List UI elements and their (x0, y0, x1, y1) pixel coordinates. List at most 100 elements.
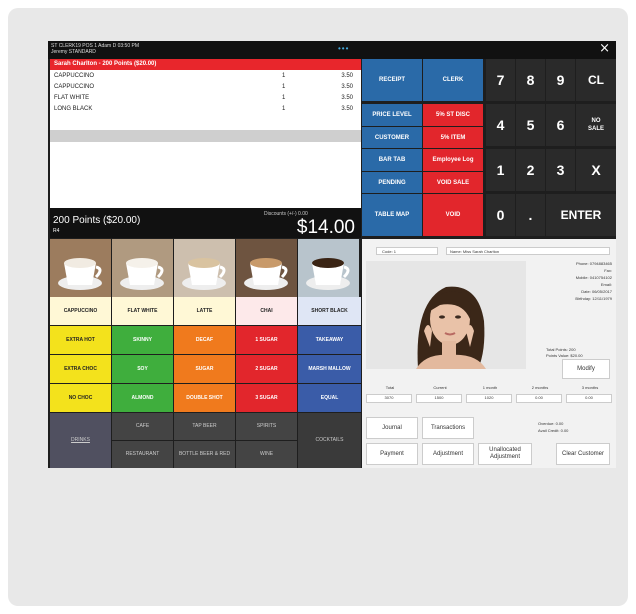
dots-icon: ••• (338, 44, 350, 53)
customer-info-line: Phone: 0794883465 (575, 261, 612, 266)
no-sale-button[interactable]: NO SALE (576, 104, 616, 146)
function-button[interactable]: PRICE LEVEL (362, 104, 422, 126)
customer-info-line: Fax: (604, 268, 612, 273)
key-5[interactable]: 5 (516, 104, 545, 146)
order-item-name: FLAT WHITE (54, 95, 90, 101)
key-1[interactable]: 1 (486, 149, 515, 191)
product-button-grid: DRINKS CAFE TAP BEER SPIRITS COCKTAILS R… (50, 297, 361, 468)
selected-row-highlight (50, 130, 361, 142)
product-button[interactable]: EXTRA HOT (50, 326, 111, 354)
category-cocktails[interactable]: COCKTAILS (298, 413, 361, 468)
category-cafe[interactable]: CAFE (112, 413, 173, 440)
function-button[interactable]: VOID SALE (423, 172, 483, 193)
order-item-price: 3.50 (341, 84, 353, 90)
product-button[interactable]: CHAI (236, 297, 297, 325)
category-drinks[interactable]: DRINKS (50, 413, 111, 468)
cappuccino-cup-photo[interactable] (50, 239, 111, 297)
order-item-qty: 1 (282, 106, 286, 112)
unallocated-adjustment-button[interactable]: Unallocated Adjustment (478, 443, 532, 465)
totals-sub: R4 (53, 228, 60, 234)
product-button[interactable]: SKINNY (112, 326, 173, 354)
payment-button[interactable]: Payment (366, 443, 418, 465)
customer-photo (366, 261, 526, 369)
code-label: Code: 1 (382, 249, 397, 254)
product-button[interactable]: DOUBLE SHOT (174, 384, 235, 412)
function-button[interactable]: TABLE MAP (362, 194, 422, 236)
order-item-price: 3.50 (341, 95, 353, 101)
close-icon[interactable]: × (599, 41, 610, 56)
product-button[interactable]: DECAF (174, 326, 235, 354)
short-black-cup-photo[interactable] (298, 239, 359, 297)
product-button[interactable]: SOY (112, 355, 173, 383)
product-button[interactable]: FLAT WHITE (112, 297, 173, 325)
function-button[interactable]: RECEIPT (362, 59, 422, 101)
flat-white-cup-photo[interactable] (112, 239, 173, 297)
key-4[interactable]: 4 (486, 104, 515, 146)
points-value: Points Value: $20.00 (546, 353, 583, 358)
enter-button[interactable]: ENTER (546, 194, 616, 236)
key-8[interactable]: 8 (516, 59, 545, 101)
chai-cup-photo[interactable] (236, 239, 297, 297)
function-button[interactable]: VOID (423, 194, 483, 236)
order-item-price: 3.50 (341, 73, 353, 79)
product-button[interactable]: 1 SUGAR (236, 326, 297, 354)
modify-button[interactable]: Modify (562, 359, 610, 379)
clear-customer-button[interactable]: Clear Customer (556, 443, 610, 465)
function-button[interactable]: CLERK (423, 59, 483, 101)
product-button[interactable]: EQUAL (298, 384, 361, 412)
function-button[interactable]: 5% ST DISC (423, 104, 483, 126)
points-balance: 200 Points ($20.00) (53, 215, 141, 226)
key-6[interactable]: 6 (546, 104, 575, 146)
totals-panel: 200 Points ($20.00) R4 Discounts (+/-) 0… (50, 208, 361, 238)
category-spirits[interactable]: SPIRITS (236, 413, 297, 440)
stats-header: Current (433, 385, 447, 390)
category-tap-beer[interactable]: TAP BEER (174, 413, 235, 440)
key-dot[interactable]: . (516, 194, 545, 236)
key-7[interactable]: 7 (486, 59, 515, 101)
product-button[interactable]: 2 SUGAR (236, 355, 297, 383)
key-3[interactable]: 3 (546, 149, 575, 191)
order-item-qty: 1 (282, 84, 286, 90)
product-button[interactable]: CAPPUCCINO (50, 297, 111, 325)
product-button[interactable]: SHORT BLACK (298, 297, 361, 325)
category-restaurant[interactable]: RESTAURANT (112, 441, 173, 468)
credit-label: Avail Credit: 0.00 (538, 428, 569, 433)
function-button[interactable]: BAR TAB (362, 149, 422, 171)
product-button[interactable]: SUGAR (174, 355, 235, 383)
status-bar: ST CLERK19 POS 1 Adam D 03:50 PM Jeremy … (48, 41, 616, 59)
product-button[interactable]: TAKEAWAY (298, 326, 361, 354)
order-row[interactable]: CAPPUCCINO 1 3.50 (50, 83, 361, 93)
category-bottle-beer-red[interactable]: BOTTLE BEER & RED (174, 441, 235, 468)
category-wine[interactable]: WINE (236, 441, 297, 468)
function-button[interactable]: CUSTOMER (362, 127, 422, 148)
order-row[interactable]: LONG BLACK 1 3.50 (50, 105, 361, 115)
transactions-button[interactable]: Transactions (422, 417, 474, 439)
function-button[interactable]: PENDING (362, 172, 422, 193)
key-x[interactable]: X (576, 149, 616, 191)
key-clear[interactable]: CL (576, 59, 616, 101)
function-button[interactable]: Employee Log (423, 149, 483, 171)
journal-button[interactable]: Journal (366, 417, 418, 439)
product-button[interactable]: MARSH MALLOW (298, 355, 361, 383)
order-row[interactable]: CAPPUCCINO 1 3.50 (50, 72, 361, 82)
product-button[interactable]: EXTRA CHOC (50, 355, 111, 383)
product-button[interactable]: 3 SUGAR (236, 384, 297, 412)
name-label: Name: Miss Sarah Charlton (450, 249, 500, 254)
order-item-name: CAPPUCCINO (54, 84, 95, 90)
latte-glass-photo[interactable] (174, 239, 235, 297)
product-button[interactable]: ALMOND (112, 384, 173, 412)
points-total: Total Points: 200 (546, 347, 576, 352)
order-list[interactable]: CAPPUCCINO 1 3.50 CAPPUCCINO 1 3.50 FLAT WHITE… (50, 70, 361, 208)
order-row[interactable]: FLAT WHITE 1 3.50 (50, 94, 361, 104)
device-card: ST CLERK19 POS 1 Adam D 03:50 PM Jeremy … (8, 8, 628, 606)
product-photos (50, 239, 361, 297)
key-2[interactable]: 2 (516, 149, 545, 191)
product-button[interactable]: NO CHOC (50, 384, 111, 412)
adjustment-button[interactable]: Adjustment (422, 443, 474, 465)
key-9[interactable]: 9 (546, 59, 575, 101)
stats-header: Total (385, 385, 395, 390)
stats-value: 1020 (466, 394, 512, 403)
function-button[interactable]: 5% ITEM (423, 127, 483, 148)
product-button[interactable]: LATTE (174, 297, 235, 325)
key-0[interactable]: 0 (486, 194, 515, 236)
